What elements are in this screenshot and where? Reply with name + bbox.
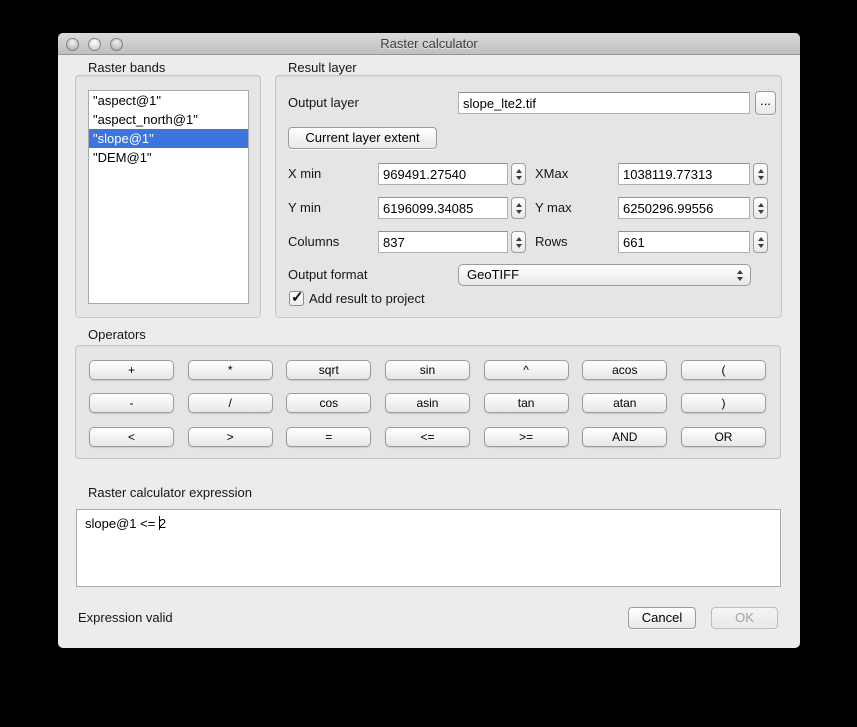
spin-up-icon[interactable] — [758, 203, 764, 207]
operator-divide-button[interactable]: / — [188, 393, 273, 413]
operator-less-equal-button[interactable]: <= — [385, 427, 470, 447]
output-layer-input[interactable] — [458, 92, 750, 114]
operator-tan-button[interactable]: tan — [484, 393, 569, 413]
spin-up-icon[interactable] — [516, 237, 522, 241]
columns-input[interactable] — [378, 231, 508, 253]
expression-text: 2 — [159, 516, 166, 531]
operator-greater-equal-button[interactable]: >= — [484, 427, 569, 447]
ok-button[interactable]: OK — [711, 607, 778, 629]
operator-less-than-button[interactable]: < — [89, 427, 174, 447]
spin-down-icon[interactable] — [516, 176, 522, 180]
x-min-stepper[interactable] — [511, 163, 526, 185]
status-text: Expression valid — [78, 610, 173, 625]
list-item[interactable]: "DEM@1" — [89, 148, 248, 167]
list-item-selected[interactable]: "slope@1" — [89, 129, 248, 148]
desktop-background: { "window": { "title": "Raster calculato… — [0, 0, 857, 727]
operator-multiply-button[interactable]: * — [188, 360, 273, 380]
operator-acos-button[interactable]: acos — [582, 360, 667, 380]
spin-up-icon[interactable] — [758, 237, 764, 241]
current-layer-extent-button[interactable]: Current layer extent — [288, 127, 437, 149]
operator-power-button[interactable]: ^ — [484, 360, 569, 380]
title-bar[interactable]: Raster calculator — [58, 33, 800, 55]
raster-bands-label: Raster bands — [88, 60, 165, 75]
spin-down-icon[interactable] — [516, 210, 522, 214]
y-max-stepper[interactable] — [753, 197, 768, 219]
spin-up-icon[interactable] — [758, 169, 764, 173]
operator-asin-button[interactable]: asin — [385, 393, 470, 413]
cancel-button[interactable]: Cancel — [628, 607, 696, 629]
spin-down-icon[interactable] — [758, 210, 764, 214]
operator-close-paren-button[interactable]: ) — [681, 393, 766, 413]
output-format-value: GeoTIFF — [467, 267, 519, 282]
expression-text: slope@1 <= — [85, 516, 159, 531]
operator-atan-button[interactable]: atan — [582, 393, 667, 413]
operator-and-button[interactable]: AND — [582, 427, 667, 447]
spin-down-icon[interactable] — [516, 244, 522, 248]
operator-minus-button[interactable]: - — [89, 393, 174, 413]
operator-sin-button[interactable]: sin — [385, 360, 470, 380]
operator-equals-button[interactable]: = — [286, 427, 371, 447]
expression-textarea[interactable]: slope@1 <= 2 — [76, 509, 781, 587]
x-max-stepper[interactable] — [753, 163, 768, 185]
output-layer-label: Output layer — [288, 92, 359, 114]
operator-plus-button[interactable]: + — [89, 360, 174, 380]
y-max-input[interactable] — [618, 197, 750, 219]
x-max-input[interactable] — [618, 163, 750, 185]
columns-label: Columns — [288, 231, 339, 253]
rows-label: Rows — [535, 231, 568, 253]
x-max-label: XMax — [535, 163, 568, 185]
operators-label: Operators — [88, 327, 146, 342]
operator-or-button[interactable]: OR — [681, 427, 766, 447]
operator-cos-button[interactable]: cos — [286, 393, 371, 413]
spin-up-icon[interactable] — [516, 203, 522, 207]
y-min-label: Y min — [288, 197, 321, 219]
operator-open-paren-button[interactable]: ( — [681, 360, 766, 380]
output-format-select[interactable]: GeoTIFF — [458, 264, 751, 286]
rows-stepper[interactable] — [753, 231, 768, 253]
spin-up-icon[interactable] — [516, 169, 522, 173]
x-min-label: X min — [288, 163, 321, 185]
spin-down-icon[interactable] — [758, 244, 764, 248]
add-result-label: Add result to project — [309, 291, 425, 306]
expression-label: Raster calculator expression — [88, 485, 252, 500]
operator-sqrt-button[interactable]: sqrt — [286, 360, 371, 380]
browse-button[interactable]: ... — [755, 91, 776, 115]
checkmark-icon: ✓ — [291, 288, 304, 306]
x-min-input[interactable] — [378, 163, 508, 185]
output-format-label: Output format — [288, 264, 367, 286]
window-title: Raster calculator — [58, 36, 800, 51]
result-layer-label: Result layer — [288, 60, 357, 75]
y-min-stepper[interactable] — [511, 197, 526, 219]
y-max-label: Y max — [535, 197, 572, 219]
operator-greater-than-button[interactable]: > — [188, 427, 273, 447]
add-result-checkbox[interactable]: ✓ — [289, 291, 304, 306]
list-item[interactable]: "aspect@1" — [89, 91, 248, 110]
combo-arrows-icon — [737, 265, 743, 285]
raster-calculator-dialog: Raster calculator Raster bands "aspect@1… — [58, 33, 800, 648]
spin-down-icon[interactable] — [758, 176, 764, 180]
columns-stepper[interactable] — [511, 231, 526, 253]
raster-bands-list[interactable]: "aspect@1" "aspect_north@1" "slope@1" "D… — [88, 90, 249, 304]
list-item[interactable]: "aspect_north@1" — [89, 110, 248, 129]
rows-input[interactable] — [618, 231, 750, 253]
y-min-input[interactable] — [378, 197, 508, 219]
